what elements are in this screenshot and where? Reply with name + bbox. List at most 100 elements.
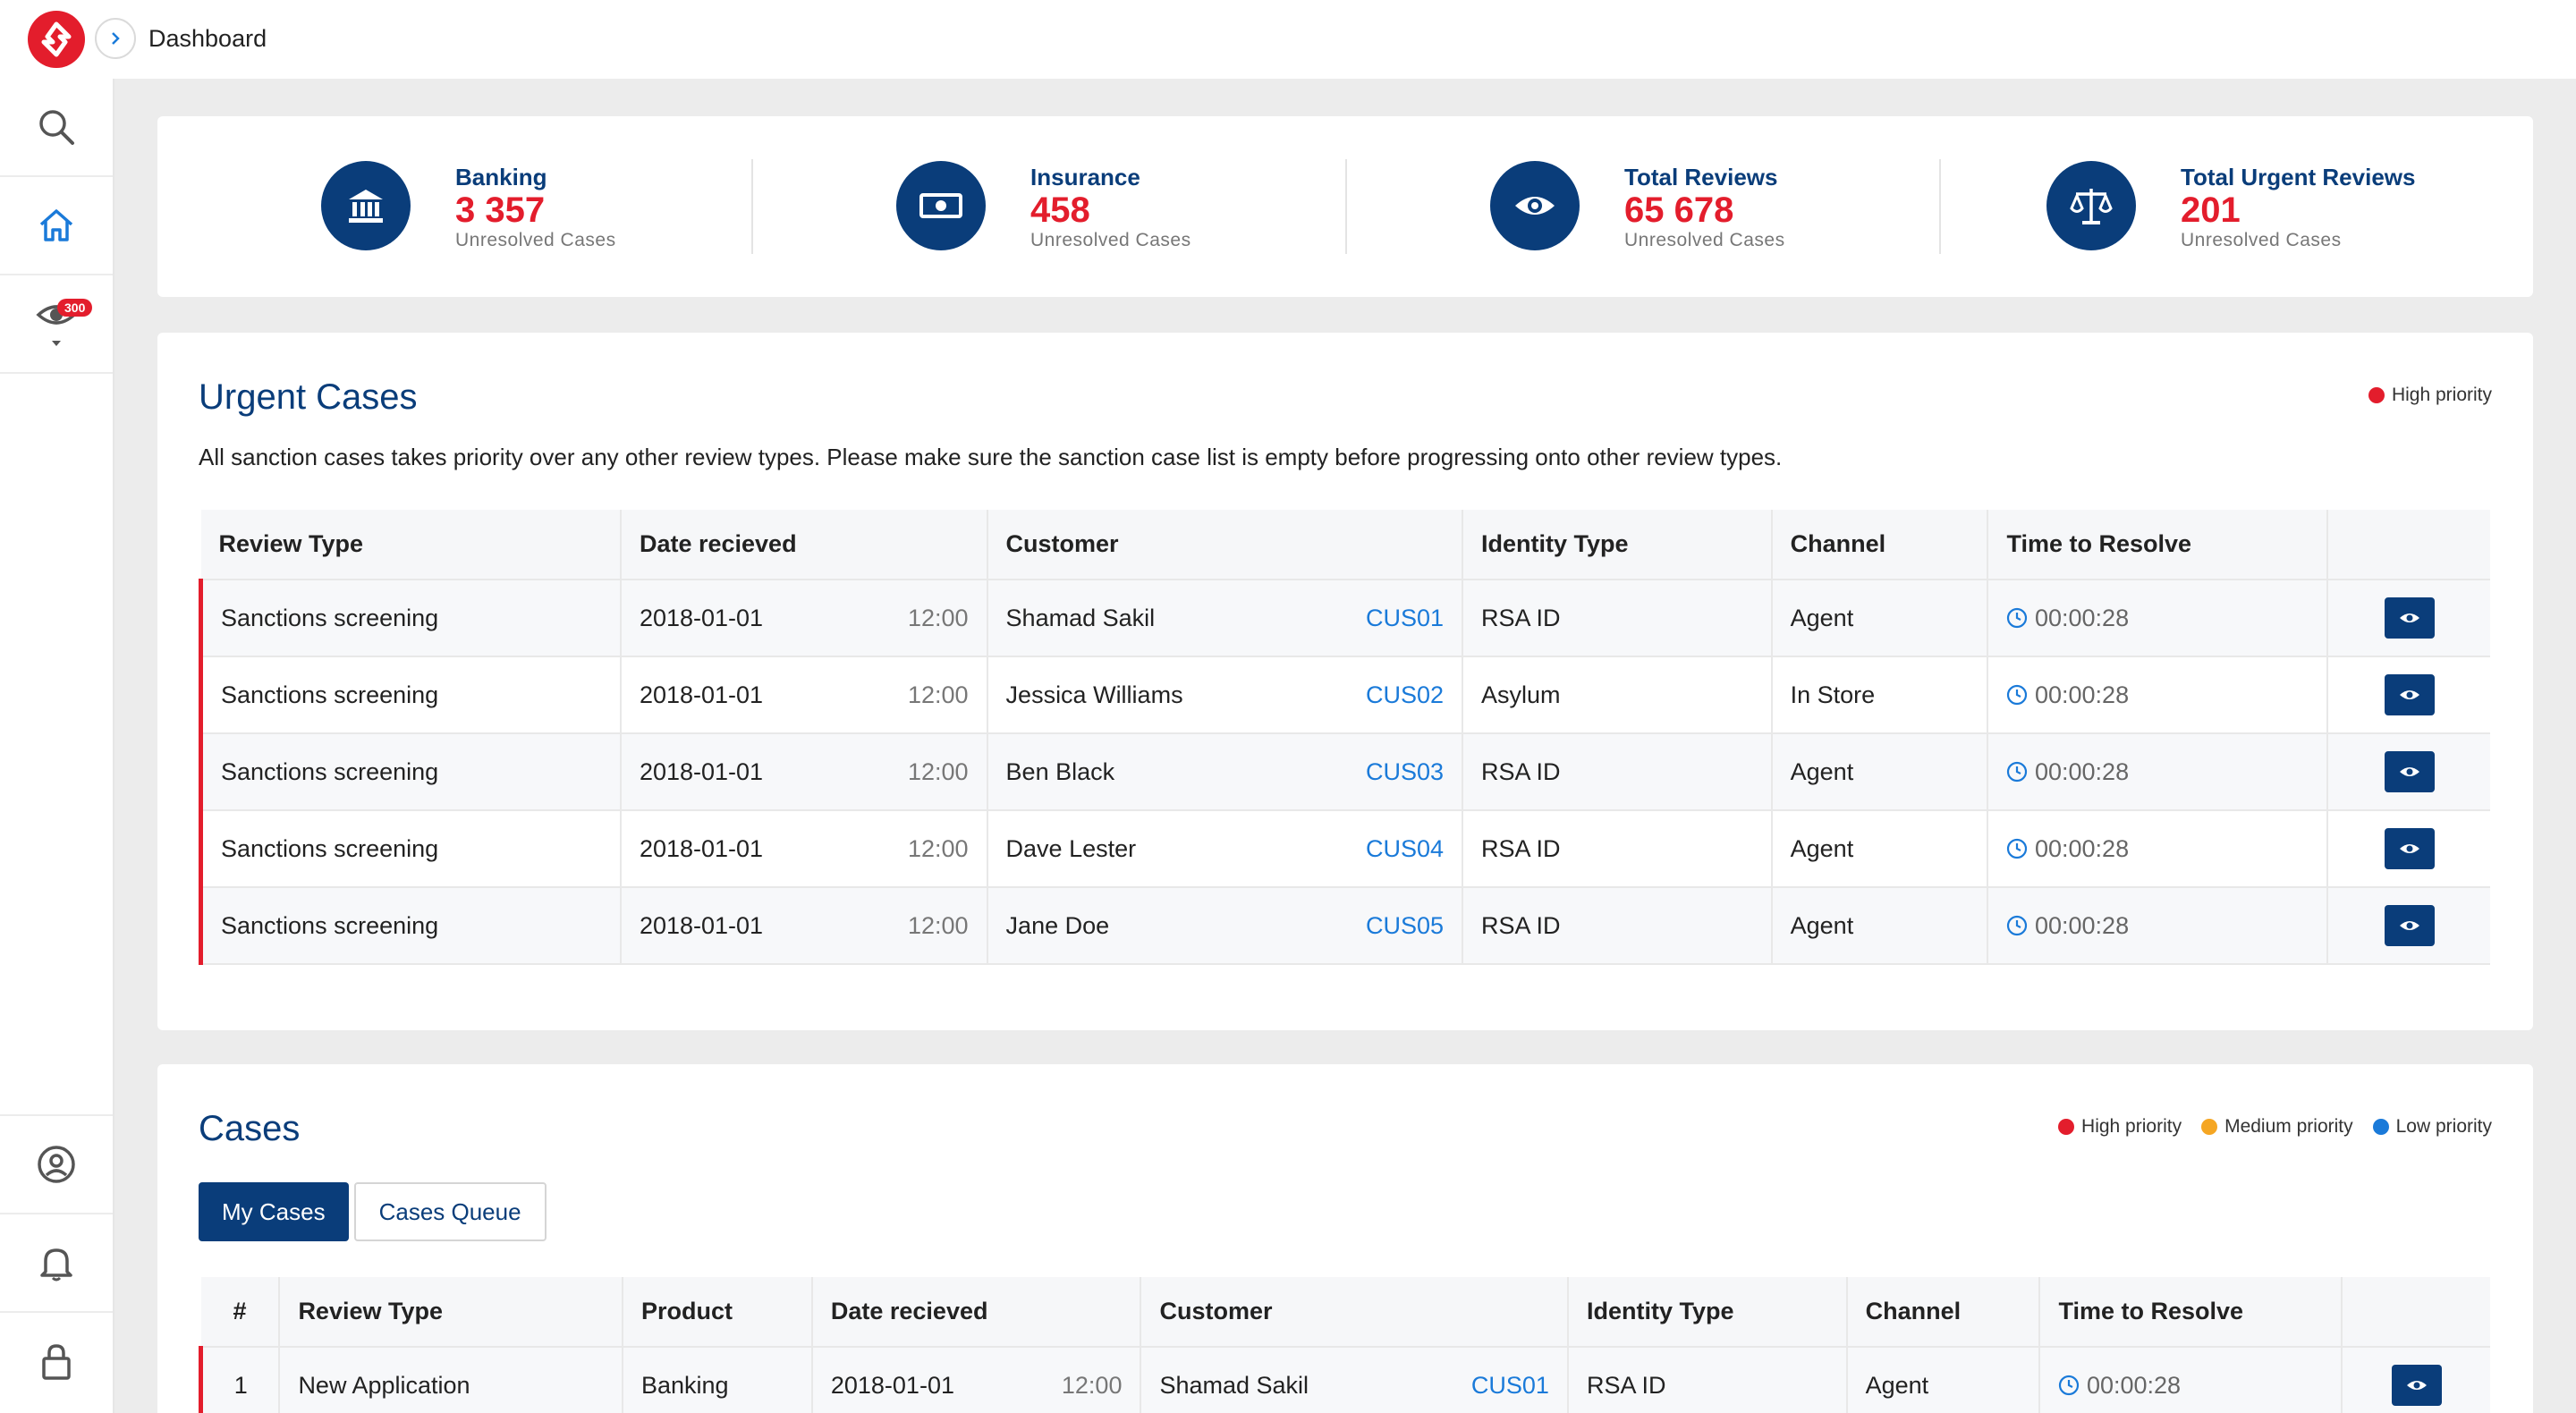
stat-value: 65 678 [1624, 190, 1734, 230]
channel-cell: Agent [1771, 810, 1989, 888]
product-cell: Banking [623, 1347, 813, 1413]
sidebar-item-home[interactable] [0, 177, 113, 275]
date-cell: 2018-01-01 12:00 [620, 656, 988, 734]
legend-low-label: Low priority [2395, 1116, 2492, 1137]
table-row[interactable]: Sanctions screening 2018-01-01 12:00 Sham… [198, 580, 2490, 657]
time-to-resolve-value: 00:00:28 [2034, 757, 2130, 785]
identity-cell: RSA ID [1462, 733, 1773, 811]
time-value: 12:00 [907, 757, 969, 785]
customer-id-link[interactable]: CUS02 [1366, 681, 1444, 709]
sidebar-item-profile[interactable] [0, 1114, 113, 1213]
review-type-cell: Sanctions screening [198, 733, 622, 811]
date-value: 2018-01-01 [639, 834, 764, 862]
column-header[interactable]: Customer [987, 510, 1464, 580]
chevron-right-icon [112, 32, 120, 45]
cases-title: Cases [199, 1109, 301, 1148]
stat-title: Banking [455, 164, 547, 190]
action-cell [2342, 1347, 2490, 1413]
date-value: 2018-01-01 [639, 911, 764, 939]
review-type-cell: New Application [279, 1347, 623, 1413]
column-header[interactable]: Identity Type [1462, 510, 1773, 580]
user-icon [38, 1146, 75, 1183]
table-row[interactable]: Sanctions screening 2018-01-01 12:00 Ben … [198, 733, 2490, 811]
time-value: 12:00 [907, 604, 969, 631]
review-type-cell: Sanctions screening [198, 580, 622, 657]
action-cell [2327, 887, 2490, 965]
lock-icon [42, 1344, 71, 1380]
column-header[interactable]: Time to Resolve [1987, 510, 2329, 580]
table-row[interactable]: Sanctions screening 2018-01-01 12:00 Jess… [198, 656, 2490, 734]
medium-priority-dot [2201, 1119, 2218, 1135]
time-to-resolve-cell: 00:00:28 [1987, 580, 2329, 657]
legend-high-label: High priority [2081, 1116, 2182, 1137]
customer-id-link[interactable]: CUS01 [1471, 1372, 1549, 1400]
column-header[interactable]: Identity Type [1567, 1277, 1848, 1348]
view-case-button[interactable] [2384, 905, 2435, 946]
money-icon [896, 161, 986, 250]
column-header[interactable]: Customer [1140, 1277, 1569, 1348]
tab-my-cases[interactable]: My Cases [199, 1182, 349, 1241]
sidebar-item-lock[interactable] [0, 1311, 113, 1409]
column-header[interactable]: Time to Resolve [2039, 1277, 2343, 1348]
view-case-button[interactable] [2384, 828, 2435, 869]
identity-cell: RSA ID [1462, 810, 1773, 888]
time-to-resolve-cell: 00:00:28 [1987, 656, 2329, 734]
customer-name: Jane Doe [1005, 911, 1110, 939]
stat-value: 458 [1030, 190, 1090, 230]
action-cell [2327, 733, 2490, 811]
view-case-button[interactable] [2384, 751, 2435, 792]
customer-name: Jessica Williams [1005, 681, 1183, 708]
channel-cell: Agent [1771, 580, 1989, 657]
bell-icon [40, 1248, 72, 1282]
customer-id-link[interactable]: CUS01 [1366, 605, 1444, 632]
column-header[interactable]: Review Type [200, 510, 622, 580]
column-header[interactable]: Channel [1771, 510, 1989, 580]
sidebar-item-reviews[interactable]: 300 [0, 275, 113, 374]
stat-subtitle: Unresolved Cases [2181, 230, 2342, 250]
time-to-resolve-cell: 00:00:28 [2039, 1347, 2343, 1413]
customer-name: Shamad Sakil [1159, 1371, 1309, 1399]
time-value: 12:00 [907, 681, 969, 708]
table-header-row: # Review Type Product Date recieved Cust… [200, 1277, 2490, 1348]
eye-icon [2399, 767, 2419, 776]
customer-cell: Shamad Sakil CUS01 [1140, 1347, 1569, 1413]
customer-id-link[interactable]: CUS04 [1366, 835, 1444, 863]
column-header[interactable]: Channel [1846, 1277, 2041, 1348]
sidebar-item-notifications[interactable] [0, 1213, 113, 1311]
eye-icon [2399, 690, 2419, 699]
legend-medium-label: Medium priority [2224, 1116, 2353, 1137]
urgent-description: All sanction cases takes priority over a… [199, 444, 1783, 470]
review-type-cell: Sanctions screening [198, 810, 622, 888]
clock-icon [2007, 607, 2028, 629]
home-icon [39, 209, 73, 241]
identity-cell: RSA ID [1462, 887, 1773, 965]
column-header[interactable]: Review Type [279, 1277, 623, 1348]
customer-cell: Jane Doe CUS05 [987, 887, 1464, 965]
time-to-resolve-value: 00:00:28 [2034, 911, 2130, 939]
date-value: 2018-01-01 [639, 604, 764, 631]
stat-total-reviews: Total Reviews 65 678 Unresolved Cases [1345, 116, 1939, 297]
customer-name: Dave Lester [1005, 834, 1137, 862]
tab-cases-queue[interactable]: Cases Queue [353, 1182, 547, 1241]
table-row[interactable]: Sanctions screening 2018-01-01 12:00 Jane… [198, 887, 2490, 965]
column-header[interactable]: Product [623, 1277, 813, 1348]
identity-cell: RSA ID [1567, 1347, 1848, 1413]
column-header[interactable]: Date recieved [811, 1277, 1142, 1348]
bank-icon [321, 161, 411, 250]
view-case-button[interactable] [2384, 597, 2435, 639]
view-case-button[interactable] [2391, 1365, 2442, 1406]
eye-icon [2399, 613, 2419, 622]
column-header[interactable]: Date recieved [620, 510, 988, 580]
sidebar-item-search[interactable] [0, 79, 113, 177]
customer-id-link[interactable]: CUS03 [1366, 758, 1444, 786]
customer-id-link[interactable]: CUS05 [1366, 912, 1444, 940]
table-row[interactable]: 1 New Application Banking 2018-01-01 12:0… [199, 1347, 2490, 1413]
table-row[interactable]: Sanctions screening 2018-01-01 12:00 Dave… [198, 810, 2490, 888]
view-case-button[interactable] [2384, 674, 2435, 715]
date-value: 2018-01-01 [639, 757, 764, 785]
expand-sidebar-button[interactable] [95, 18, 136, 59]
column-header[interactable]: # [200, 1277, 281, 1348]
app-logo[interactable] [28, 11, 85, 68]
sidebar: 300 [0, 79, 114, 1413]
time-to-resolve-value: 00:00:28 [2034, 604, 2130, 631]
